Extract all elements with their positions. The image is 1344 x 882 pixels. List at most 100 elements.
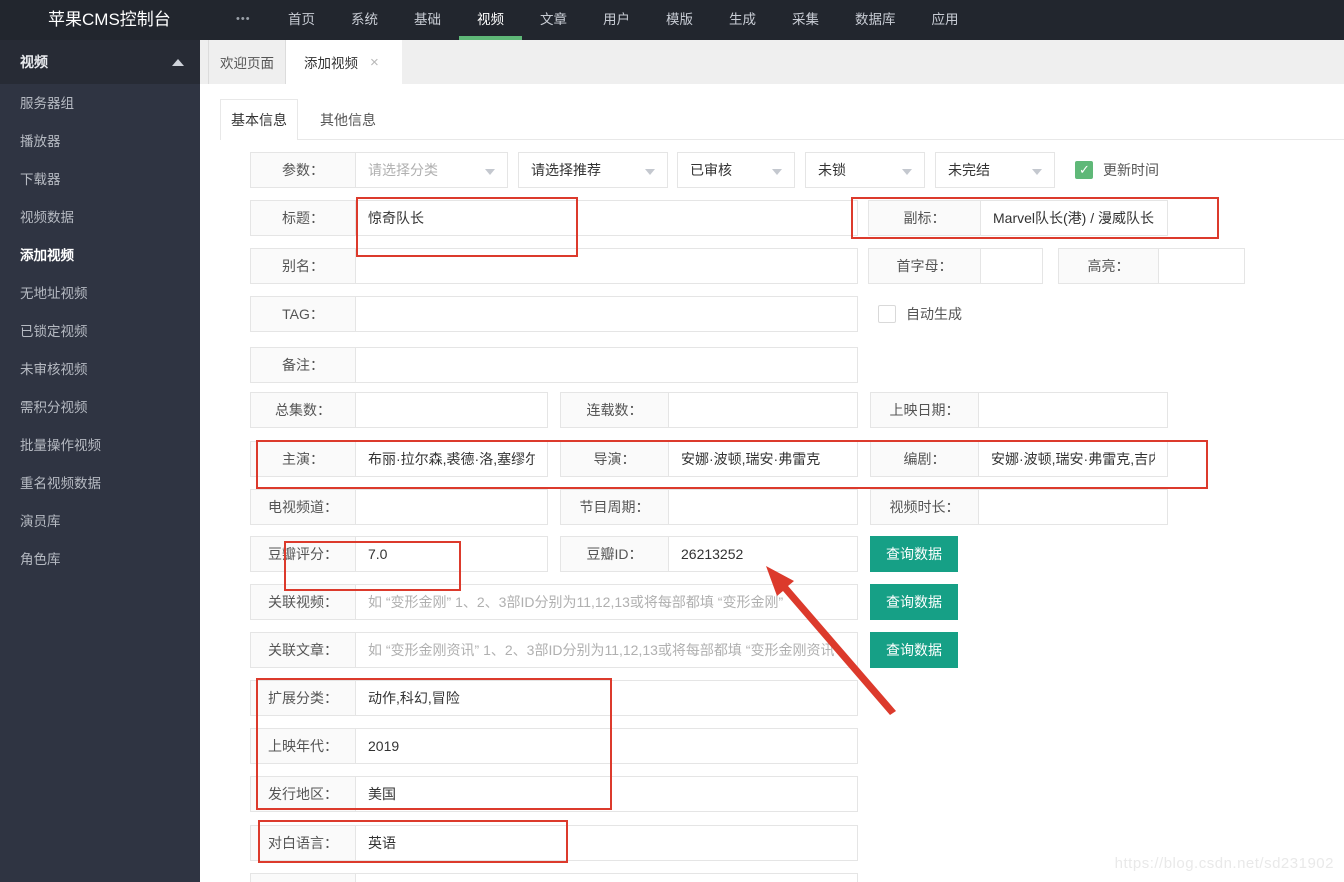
partial-row-input[interactable] xyxy=(356,874,857,882)
tv-channel-group: 电视频道： xyxy=(250,489,548,525)
sidebar-item-server-group[interactable]: 服务器组 xyxy=(0,85,200,123)
tab-welcome-page[interactable]: 欢迎页面 xyxy=(208,40,286,84)
recommend-select[interactable]: 请选择推荐 xyxy=(518,152,668,188)
chevron-down-icon xyxy=(902,169,912,175)
release-year-label: 上映年代： xyxy=(251,729,356,763)
related-video-input[interactable] xyxy=(356,585,857,619)
nav-item-video[interactable]: 视频 xyxy=(477,0,504,40)
subtitle-input[interactable] xyxy=(981,201,1167,235)
serial-number-input[interactable] xyxy=(669,393,857,427)
douban-id-input[interactable] xyxy=(669,537,857,571)
category-select[interactable]: 请选择分类 xyxy=(356,153,507,187)
related-video-group: 关联视频： xyxy=(250,584,858,620)
initial-group: 首字母： xyxy=(868,248,1043,284)
form-tab-other-info[interactable]: 其他信息 xyxy=(320,99,376,140)
nav-item-user[interactable]: 用户 xyxy=(603,0,630,40)
note-input[interactable] xyxy=(356,348,857,382)
nav-item-template[interactable]: 模版 xyxy=(666,0,693,40)
serial-number-label: 连载数： xyxy=(561,393,669,427)
nav-item-system[interactable]: 系统 xyxy=(351,0,378,40)
sidebar-item-downloader[interactable]: 下载器 xyxy=(0,161,200,199)
top-navigation: 首页 系统 基础 视频 文章 用户 模版 生成 采集 数据库 应用 xyxy=(288,0,959,40)
extend-category-group: 扩展分类： xyxy=(250,680,858,716)
nav-item-basic[interactable]: 基础 xyxy=(414,0,441,40)
alias-input[interactable] xyxy=(356,249,857,283)
partial-row-label xyxy=(251,874,356,882)
sidebar-item-points-video[interactable]: 需积分视频 xyxy=(0,389,200,427)
sidebar: 视频 服务器组 播放器 下载器 视频数据 添加视频 无地址视频 已锁定视频 未审… xyxy=(0,40,200,882)
douban-score-group: 豆瓣评分： xyxy=(250,536,548,572)
sidebar-item-player[interactable]: 播放器 xyxy=(0,123,200,161)
related-video-label: 关联视频： xyxy=(251,585,356,619)
sidebar-item-unaudited-video[interactable]: 未审核视频 xyxy=(0,351,200,389)
nav-item-article[interactable]: 文章 xyxy=(540,0,567,40)
related-article-input[interactable] xyxy=(356,633,857,667)
tag-input[interactable] xyxy=(356,297,857,331)
update-time-label: 更新时间 xyxy=(1103,160,1159,180)
main-content: 基本信息 其他信息 参数： 请选择分类 请选择推荐 已审核 未锁 未完结 更新时… xyxy=(200,84,1344,882)
sidebar-item-video-data[interactable]: 视频数据 xyxy=(0,199,200,237)
extend-category-input[interactable] xyxy=(356,681,857,715)
tab-add-video[interactable]: 添加视频 × xyxy=(286,40,402,84)
sidebar-item-role-library[interactable]: 角色库 xyxy=(0,541,200,579)
initial-input[interactable] xyxy=(981,249,1042,283)
query-data-button-douban[interactable]: 查询数据 xyxy=(870,536,958,572)
note-label: 备注： xyxy=(251,348,356,382)
note-group: 备注： xyxy=(250,347,858,383)
finish-select[interactable]: 未完结 xyxy=(935,152,1055,188)
sidebar-item-duplicate-video[interactable]: 重名视频数据 xyxy=(0,465,200,503)
alias-label: 别名： xyxy=(251,249,356,283)
subtitle-group: 副标： xyxy=(868,200,1168,236)
auto-generate-checkbox[interactable] xyxy=(878,305,896,323)
sidebar-item-add-video[interactable]: 添加视频 xyxy=(0,237,200,275)
audit-select[interactable]: 已审核 xyxy=(677,152,795,188)
chevron-down-icon xyxy=(645,169,655,175)
screenwriter-group: 编剧： xyxy=(870,441,1168,477)
director-label: 导演： xyxy=(561,442,669,476)
starring-label: 主演： xyxy=(251,442,356,476)
form-row-partial xyxy=(250,873,858,882)
tv-channel-input[interactable] xyxy=(356,490,547,524)
video-duration-label: 视频时长： xyxy=(871,490,979,524)
screenwriter-input[interactable] xyxy=(979,442,1167,476)
total-episodes-input[interactable] xyxy=(356,393,547,427)
lock-select[interactable]: 未锁 xyxy=(805,152,925,188)
finish-select-value: 未完结 xyxy=(948,160,990,180)
nav-item-home[interactable]: 首页 xyxy=(288,0,315,40)
douban-score-input[interactable] xyxy=(356,537,547,571)
query-data-button-article[interactable]: 查询数据 xyxy=(870,632,958,668)
app-logo: 苹果CMS控制台 xyxy=(48,0,171,40)
highlight-input[interactable] xyxy=(1159,249,1244,283)
update-time-checkbox[interactable] xyxy=(1075,161,1093,179)
sidebar-item-actor-library[interactable]: 演员库 xyxy=(0,503,200,541)
more-menu-icon[interactable]: ••• xyxy=(236,0,251,38)
dialogue-language-label: 对白语言： xyxy=(251,826,356,860)
starring-input[interactable] xyxy=(356,442,547,476)
release-region-input[interactable] xyxy=(356,777,857,811)
release-date-input[interactable] xyxy=(979,393,1167,427)
highlight-label: 高亮： xyxy=(1059,249,1159,283)
director-input[interactable] xyxy=(669,442,857,476)
alias-group: 别名： xyxy=(250,248,858,284)
close-tab-icon[interactable]: × xyxy=(370,55,379,70)
sidebar-group-video[interactable]: 视频 xyxy=(0,40,200,84)
form-tab-basic-info[interactable]: 基本信息 xyxy=(220,99,298,140)
dialogue-language-group: 对白语言： xyxy=(250,825,858,861)
params-group: 参数： 请选择分类 xyxy=(250,152,508,188)
dialogue-language-input[interactable] xyxy=(356,826,857,860)
sidebar-item-no-url-video[interactable]: 无地址视频 xyxy=(0,275,200,313)
nav-item-database[interactable]: 数据库 xyxy=(855,0,896,40)
query-data-button-video[interactable]: 查询数据 xyxy=(870,584,958,620)
release-date-group: 上映日期： xyxy=(870,392,1168,428)
sidebar-item-batch-video[interactable]: 批量操作视频 xyxy=(0,427,200,465)
nav-item-generate[interactable]: 生成 xyxy=(729,0,756,40)
video-duration-input[interactable] xyxy=(979,490,1167,524)
release-year-input[interactable] xyxy=(356,729,857,763)
title-input[interactable] xyxy=(356,201,857,235)
sidebar-item-locked-video[interactable]: 已锁定视频 xyxy=(0,313,200,351)
sidebar-menu: 服务器组 播放器 下载器 视频数据 添加视频 无地址视频 已锁定视频 未审核视频… xyxy=(0,84,200,579)
nav-item-apps[interactable]: 应用 xyxy=(932,0,959,40)
program-cycle-input[interactable] xyxy=(669,490,857,524)
subtitle-label: 副标： xyxy=(869,201,981,235)
nav-item-collect[interactable]: 采集 xyxy=(792,0,819,40)
